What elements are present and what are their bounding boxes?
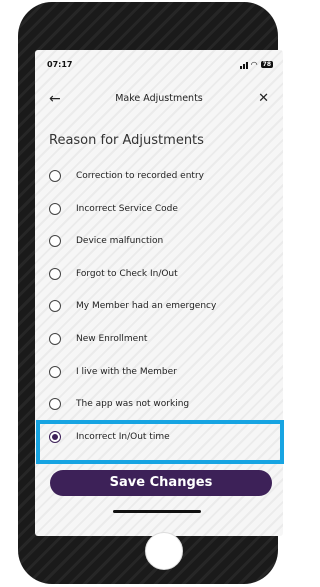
status-time: 07:17: [47, 60, 73, 69]
page-title: Make Adjustments: [115, 93, 203, 104]
wifi-icon: ◠: [250, 60, 258, 69]
radio-button[interactable]: [49, 235, 61, 248]
radio-button[interactable]: [49, 267, 61, 280]
home-button[interactable]: [145, 532, 183, 570]
signal-icon: [239, 61, 248, 69]
save-changes-button[interactable]: Save Changes: [50, 470, 272, 496]
reason-option[interactable]: Incorrect Service Code: [49, 199, 269, 219]
reason-label: Device malfunction: [76, 236, 164, 247]
radio-button[interactable]: [49, 202, 61, 215]
close-icon[interactable]: ✕: [258, 90, 269, 108]
reason-label: The app was not working: [76, 399, 190, 410]
reason-label: New Enrollment: [76, 334, 148, 344]
selection-highlight: [36, 420, 284, 464]
reason-option[interactable]: Forgot to Check In/Out: [49, 264, 269, 284]
status-bar: 07:17 ◠ 78: [35, 60, 283, 76]
reason-option[interactable]: Correction to recorded entry: [49, 166, 269, 186]
reason-label: My Member had an emergency: [76, 301, 217, 312]
reason-option[interactable]: The app was not working: [49, 394, 269, 414]
section-title: Reason for Adjustments: [49, 133, 204, 148]
home-indicator: [113, 510, 201, 513]
radio-button[interactable]: [49, 333, 61, 345]
reason-label: Forgot to Check In/Out: [76, 268, 178, 279]
screen-header: ← Make Adjustments ✕: [35, 90, 283, 110]
reason-option[interactable]: My Member had an emergency: [49, 296, 269, 316]
reason-label: Incorrect Service Code: [76, 203, 178, 214]
radio-button[interactable]: [49, 300, 61, 313]
reason-option[interactable]: New Enrollment: [49, 329, 269, 349]
reason-label: I live with the Member: [76, 366, 177, 377]
radio-button[interactable]: [49, 365, 61, 378]
reason-option[interactable]: Device malfunction: [49, 231, 269, 251]
reason-label: Correction to recorded entry: [76, 171, 204, 181]
reason-option[interactable]: I live with the Member: [49, 362, 269, 382]
status-icons: ◠ 78: [239, 60, 273, 69]
radio-button[interactable]: [49, 398, 61, 411]
radio-button[interactable]: [49, 170, 61, 182]
battery-icon: 78: [260, 61, 273, 68]
